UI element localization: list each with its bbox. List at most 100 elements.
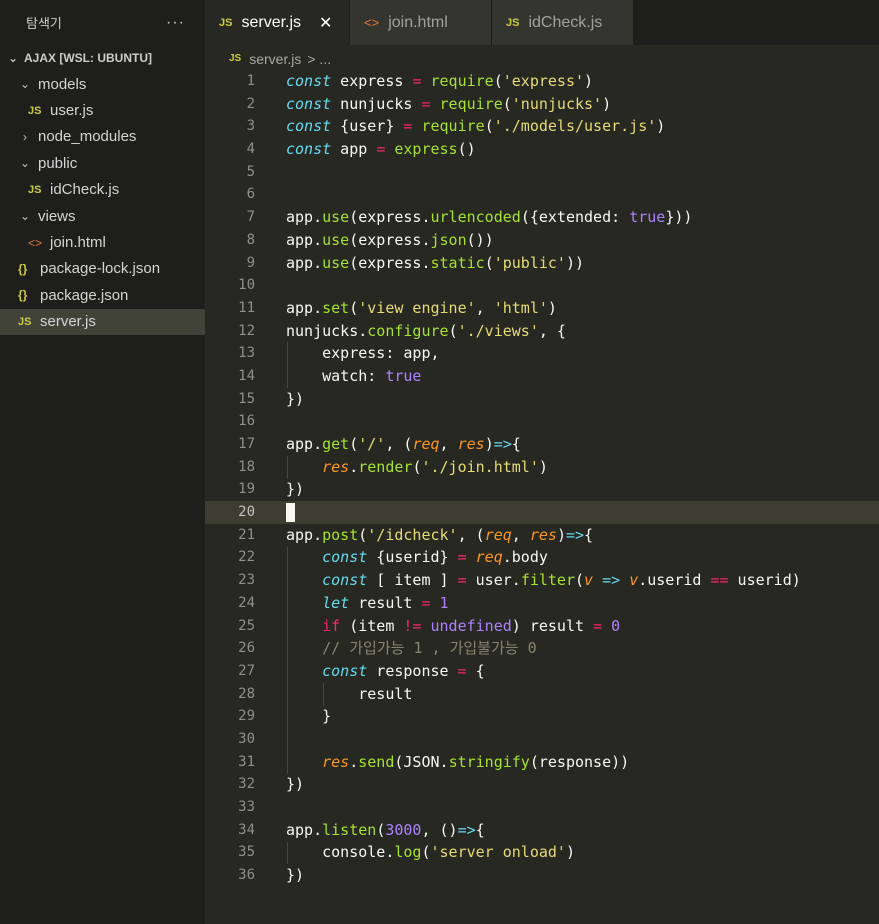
code-token: {user} <box>331 117 404 136</box>
code-text: app.use(express.urlencoded({extended: tr… <box>286 206 692 229</box>
code-token: () <box>457 140 476 159</box>
tree-item-server-js[interactable]: JS server.js <box>0 308 205 335</box>
code-token: ) <box>556 525 566 544</box>
code-token: , ( <box>457 525 485 544</box>
code-token: = <box>457 661 467 680</box>
tree-item-package-lock-json[interactable]: {} package-lock.json <box>0 256 205 282</box>
line-number: 24 <box>238 594 255 611</box>
code-token: set <box>322 298 350 317</box>
line-number: 25 <box>238 617 255 634</box>
js-file-icon: JS <box>219 16 233 29</box>
code-token: nunjucks. <box>286 321 368 340</box>
chevron-down-icon: ⌄ <box>19 156 31 171</box>
tree-item-idcheck-js[interactable]: JS idCheck.js <box>0 177 205 203</box>
code-token: . <box>349 752 359 771</box>
code-text: const {userid} = req.body <box>286 546 548 569</box>
code-token: (response)) <box>529 752 630 771</box>
code-token: app. <box>286 435 323 453</box>
code-line: 10 <box>205 274 879 297</box>
code-token: render <box>358 457 413 476</box>
tree-item-user-js[interactable]: JS user.js <box>0 97 205 123</box>
workspace-section-header[interactable]: ⌄ AJAX [WSL: UBUNTU] <box>0 45 205 71</box>
code-line: 35 console.log('server onload') <box>205 841 879 864</box>
code-token: , { <box>538 321 566 340</box>
code-token: }) <box>286 775 305 794</box>
code-token: res <box>529 525 557 544</box>
code-token: , () <box>421 820 458 839</box>
tree-item-package-json[interactable]: {} package.json <box>0 282 205 308</box>
code-token: ({extended: <box>520 208 630 227</box>
more-actions-icon[interactable]: ··· <box>166 14 185 32</box>
code-token: if <box>322 616 341 635</box>
code-token: const <box>286 117 332 136</box>
breadcrumb-file[interactable]: server.js <box>249 51 301 67</box>
code-token: // 가입가능 1 , 가입불가능 0 <box>322 639 537 658</box>
code-token: ) result <box>511 616 594 635</box>
tree-item-public[interactable]: ⌄ public <box>0 150 205 176</box>
code-line: 32}) <box>205 773 879 796</box>
code-token: urlencoded <box>430 208 521 227</box>
code-token: ) <box>602 94 612 113</box>
breadcrumb-rest[interactable]: > ... <box>307 51 331 67</box>
code-line: 29 } <box>205 705 879 728</box>
code-token: [ item ] <box>367 571 458 590</box>
code-token: })) <box>665 208 693 227</box>
code-line: 30 <box>205 728 879 751</box>
code-text: app.get('/', (req, res)=>{ <box>286 433 521 456</box>
tree-item-views[interactable]: ⌄ views <box>0 203 205 229</box>
line-number: 18 <box>238 458 255 475</box>
code-token: 'view engine' <box>358 298 476 317</box>
js-file-icon: JS <box>18 315 32 328</box>
code-token: ( <box>493 72 503 90</box>
close-icon[interactable]: ✕ <box>319 13 332 33</box>
code-token: undefined <box>430 616 512 635</box>
tab-join-html[interactable]: <> join.html <box>350 0 492 45</box>
line-number: 31 <box>238 753 255 770</box>
code-token: == <box>710 571 729 590</box>
code-token: const <box>322 548 368 567</box>
tree-item-join-html[interactable]: <> join.html <box>0 229 205 255</box>
indent-guide <box>287 342 288 388</box>
code-text: nunjucks.configure('./views', { <box>286 320 566 343</box>
code-token: }) <box>286 480 305 499</box>
code-token: ()) <box>466 230 494 249</box>
code-line: 20 <box>205 501 879 524</box>
line-number: 1 <box>246 73 255 89</box>
tree-item-node-modules[interactable]: › node_modules <box>0 124 205 150</box>
line-number: 34 <box>238 821 255 838</box>
code-token: app. <box>286 208 323 227</box>
tab-server-js[interactable]: JS server.js ✕ <box>205 0 350 45</box>
code-token: . <box>349 457 359 476</box>
code-token: '/idcheck' <box>367 525 458 544</box>
code-token: 1 <box>439 593 449 612</box>
indent-guide <box>287 841 288 865</box>
code-token: (express. <box>349 208 431 227</box>
code-token: use <box>322 253 350 272</box>
code-editor[interactable]: 1 const express = require('express') 2 cons… <box>205 70 879 924</box>
tree-item-models[interactable]: ⌄ models <box>0 71 205 97</box>
tab-idcheck-js[interactable]: JS idCheck.js <box>492 0 634 45</box>
code-line: 11 app.set('view engine', 'html') <box>205 297 879 320</box>
code-line: 13 express: app, <box>205 342 879 365</box>
tab-label: join.html <box>388 13 448 31</box>
line-number: 2 <box>246 95 255 112</box>
line-number: 19 <box>238 481 255 498</box>
code-token: true <box>629 208 666 227</box>
code-token: use <box>322 208 350 227</box>
js-file-icon: JS <box>506 16 520 29</box>
code-token: => <box>565 525 585 544</box>
line-number: 3 <box>246 118 255 135</box>
code-text: console.log('server onload') <box>286 841 575 864</box>
code-token: post <box>322 525 359 544</box>
code-line: 3 const {user} = require('./models/user.j… <box>205 115 879 138</box>
code-token: req <box>475 548 503 567</box>
line-number: 21 <box>238 526 255 543</box>
code-token: { <box>466 661 485 680</box>
code-token: './views' <box>457 321 539 340</box>
code-line: 7 app.use(express.urlencoded({extended: t… <box>205 206 879 229</box>
code-token: , <box>511 525 530 544</box>
